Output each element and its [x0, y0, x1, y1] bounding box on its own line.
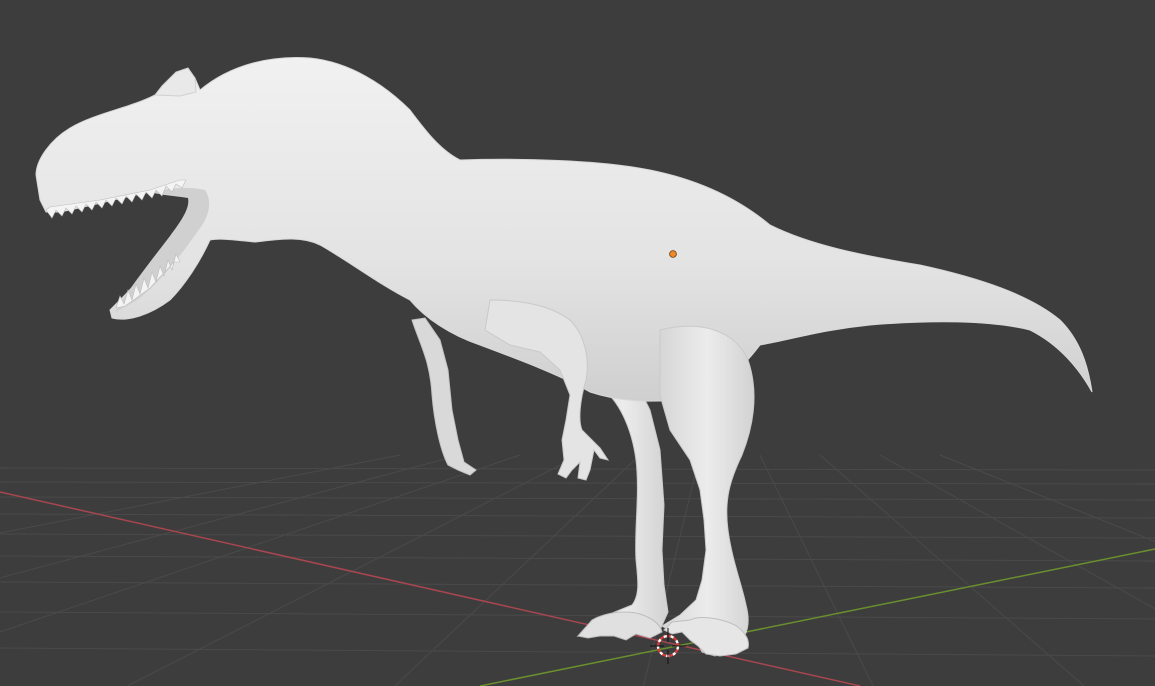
near-leg[interactable]	[659, 325, 755, 657]
floor-grid	[0, 454, 1155, 686]
y-axis-line	[479, 548, 1155, 686]
far-arm[interactable]	[411, 317, 477, 476]
far-leg[interactable]	[576, 384, 669, 638]
viewport-canvas[interactable]	[0, 0, 1155, 686]
3d-viewport[interactable]	[0, 0, 1155, 686]
object-origin-icon[interactable]	[669, 250, 677, 258]
head-crest	[154, 67, 197, 97]
